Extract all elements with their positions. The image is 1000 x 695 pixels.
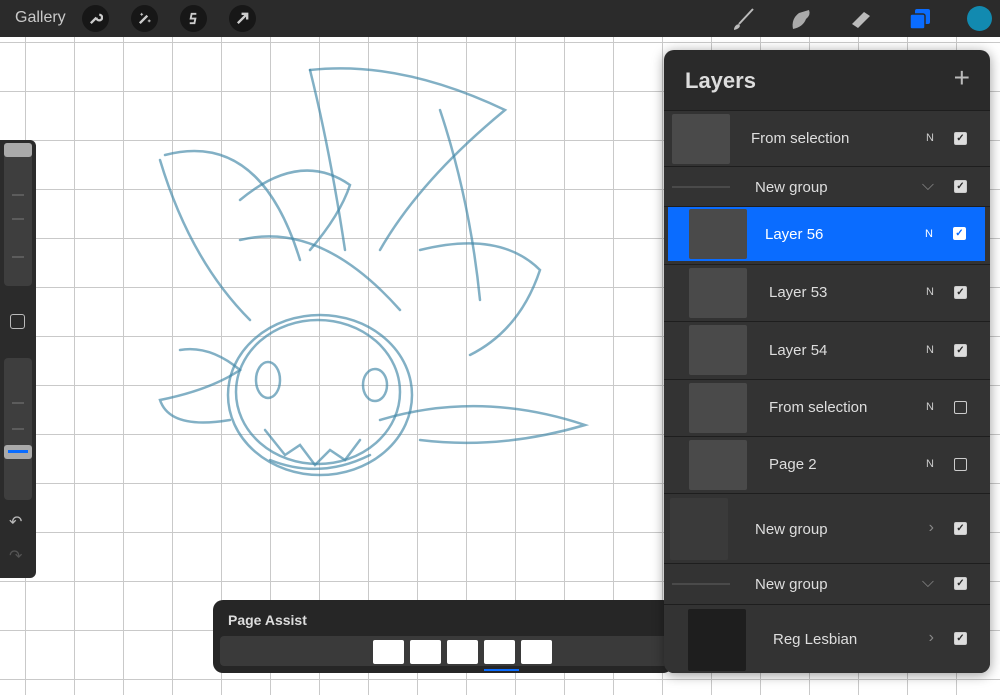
layers-title: Layers [685,68,756,93]
group-row[interactable]: New group › ✓ [664,493,990,563]
current-page-indicator [484,669,519,671]
layer-name: Layer 53 [769,284,828,301]
page-assist-title: Page Assist [228,612,307,628]
visibility-checkbox[interactable]: ✓ [954,577,967,590]
chevron-down-icon[interactable]: ⌵ [922,177,934,195]
visibility-checkbox[interactable]: ✓ [953,227,966,240]
layer-name: Page 2 [769,456,817,473]
opacity-slider[interactable] [4,358,32,500]
page-thumbnail[interactable] [447,640,478,664]
slider-thumb[interactable] [4,445,32,459]
layer-thumbnail [672,114,730,164]
blend-mode-button[interactable]: N [926,286,934,298]
visibility-checkbox[interactable]: ✓ [954,632,967,645]
color-swatch[interactable] [967,6,992,31]
add-layer-button[interactable]: + [954,64,970,92]
blend-mode-button[interactable]: N [926,458,934,470]
visibility-checkbox[interactable]: ✓ [954,522,967,535]
transform-arrow-icon[interactable] [229,5,256,32]
redo-icon[interactable]: ↷ [9,546,22,566]
page-thumbnail[interactable] [521,640,552,664]
page-thumbnail-current[interactable] [484,640,515,664]
layer-thumbnail [689,268,747,318]
blend-mode-button[interactable]: N [925,228,933,240]
visibility-checkbox[interactable]: ✓ [954,286,967,299]
layer-row[interactable]: Layer 54 N ✓ [664,321,990,379]
blend-mode-button[interactable]: N [926,344,934,356]
layer-thumbnail [689,440,747,490]
gallery-button[interactable]: Gallery [15,9,66,27]
blend-mode-button[interactable]: N [926,401,934,413]
modify-button[interactable] [10,314,25,329]
chevron-right-icon[interactable]: › [929,629,934,647]
visibility-checkbox[interactable]: ✓ [954,344,967,357]
group-thumbnail [688,609,746,671]
group-name: New group [755,179,828,196]
layers-panel: Layers + From selection N ✓ New group ⌵ … [664,50,990,673]
layer-row[interactable]: Page 2 N [664,436,990,493]
layers-icon[interactable] [907,6,933,32]
layer-row[interactable]: From selection N ✓ [664,110,990,166]
smudge-icon[interactable] [788,6,814,32]
magic-wand-icon[interactable] [131,5,158,32]
group-name: New group [755,521,828,538]
eraser-icon[interactable] [848,6,874,32]
selection-icon[interactable] [180,5,207,32]
slider-thumb[interactable] [4,143,32,157]
layer-thumbnail [689,325,747,375]
visibility-checkbox[interactable]: ✓ [954,180,967,193]
layer-name: From selection [769,399,868,416]
visibility-checkbox[interactable]: ✓ [954,132,967,145]
page-thumbnail[interactable] [410,640,441,664]
layer-row[interactable]: From selection N [664,379,990,436]
undo-icon[interactable]: ↶ [9,512,22,532]
layer-thumbnail [689,383,747,433]
blend-mode-button[interactable]: N [926,132,934,144]
brush-size-slider[interactable] [4,143,32,286]
layer-row-selected[interactable]: Layer 56 N ✓ [668,207,985,261]
brush-icon[interactable] [730,6,756,32]
layer-row[interactable]: Layer 53 N ✓ [664,264,990,321]
chevron-right-icon[interactable]: › [929,519,934,537]
layer-name: Layer 54 [769,342,828,359]
layer-name: From selection [751,130,850,147]
group-thumbnail [670,498,728,560]
chevron-down-icon[interactable]: ⌵ [922,574,934,592]
group-row[interactable]: New group ⌵ ✓ [664,563,990,604]
group-name: New group [755,576,828,593]
wrench-icon[interactable] [82,5,109,32]
group-name: Reg Lesbian [773,631,858,648]
group-row[interactable]: Reg Lesbian › ✓ [664,604,990,673]
left-sidebar: ↶ ↷ [0,140,36,578]
page-thumbnail[interactable] [373,640,404,664]
layer-name: Layer 56 [765,226,824,243]
layer-thumbnail [689,209,747,259]
visibility-checkbox[interactable] [954,401,967,414]
visibility-checkbox[interactable] [954,458,967,471]
page-assist-panel: Page Assist [213,600,673,673]
group-row[interactable]: New group ⌵ ✓ [664,166,990,206]
top-toolbar: Gallery [0,0,1000,37]
